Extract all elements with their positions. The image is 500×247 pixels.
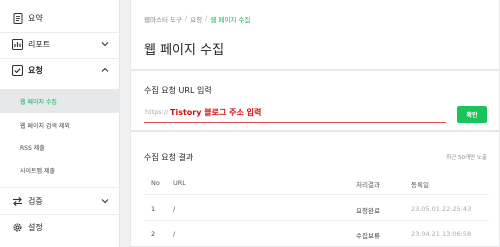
breadcrumb-current: 웹 페이지 수집 xyxy=(210,16,251,24)
breadcrumb: 웹마스터 도구 / 요청 / 웹 페이지 수집 xyxy=(144,14,250,24)
chevron-down-icon[interactable] xyxy=(101,40,109,48)
divider xyxy=(144,194,489,195)
divider xyxy=(0,58,120,59)
sidebar-item-label: 리포트 xyxy=(28,39,51,49)
sidebar-item-summary[interactable]: 요약 xyxy=(0,8,120,28)
breadcrumb-separator: / xyxy=(184,14,188,22)
cell-status: 요청완료 xyxy=(356,207,380,215)
sidebar-item-label: 요청 xyxy=(28,65,43,75)
column-header-status: 처리결과 xyxy=(356,181,380,189)
url-request-form: 수집 요청 URL 입력 https:// 확인 xyxy=(130,70,500,131)
confirm-button[interactable]: 확인 xyxy=(457,106,487,123)
chevron-down-icon[interactable] xyxy=(101,197,109,205)
sidebar-subitem-page-collect[interactable]: 웹 페이지 수집 xyxy=(0,89,120,113)
document-icon xyxy=(12,12,23,24)
sidebar-item-label: 설정 xyxy=(28,222,43,232)
sidebar-item-report[interactable]: 리포트 xyxy=(0,34,120,54)
sidebar-item-settings[interactable]: 설정 xyxy=(0,217,120,237)
main-content: 웹마스터 도구 / 요청 / 웹 페이지 수집 웹 페이지 수집 수집 요청 U… xyxy=(130,0,500,247)
divider xyxy=(144,220,489,221)
column-header-date: 등록일 xyxy=(411,181,429,189)
divider xyxy=(0,214,120,215)
chart-icon xyxy=(12,38,23,50)
breadcrumb-root[interactable]: 웹마스터 도구 xyxy=(144,14,182,24)
sidebar-subitem-label: 사이트맵 제출 xyxy=(20,167,56,175)
cell-date: 23.04.21 13:06:58 xyxy=(411,230,472,238)
checkbox-icon xyxy=(12,64,23,76)
sidebar-item-label: 요약 xyxy=(28,13,43,23)
sidebar-subitem-label: 웹 페이지 검색 제외 xyxy=(20,122,70,130)
cell-date: 23.05.01 22:25:43 xyxy=(411,205,472,213)
sidebar: 요약 리포트 요청 웹 페이지 수집 웹 페이지 검색 제외 RSS 제출 사이… xyxy=(0,0,120,247)
page-title: 웹 페이지 수집 xyxy=(144,43,225,58)
results-card: 수집 요청 결과 최근 50개만 노출 No URL 처리결과 등록일 1 / … xyxy=(130,131,500,247)
cell-url[interactable]: / xyxy=(173,230,175,238)
results-title: 수집 요청 결과 xyxy=(144,153,194,162)
transfer-icon xyxy=(12,196,23,207)
breadcrumb-separator: / xyxy=(205,14,208,22)
sidebar-subitem-sitemap[interactable]: 사이트맵 제출 xyxy=(0,158,120,182)
cell-status: 수집보류 xyxy=(356,232,380,240)
form-title: 수집 요청 URL 입력 xyxy=(144,86,212,95)
sidebar-item-verify[interactable]: 검증 xyxy=(0,191,120,211)
sidebar-subitem-label: 웹 페이지 수집 xyxy=(20,98,57,106)
sidebar-item-request[interactable]: 요청 xyxy=(0,60,120,80)
cell-url[interactable]: / xyxy=(173,205,175,213)
cell-no: 1 xyxy=(151,205,156,213)
sidebar-subitem-label: RSS 제출 xyxy=(20,144,45,152)
column-header-no: No xyxy=(151,179,160,187)
url-prefix: https:// xyxy=(145,108,169,116)
chevron-up-icon[interactable] xyxy=(101,66,109,74)
results-note: 최근 50개만 노출 xyxy=(446,155,487,161)
url-input[interactable] xyxy=(170,105,440,120)
header-card: 웹마스터 도구 / 요청 / 웹 페이지 수집 웹 페이지 수집 xyxy=(130,0,500,70)
divider xyxy=(0,187,120,188)
gear-icon xyxy=(12,222,23,233)
sidebar-subitem-rss[interactable]: RSS 제출 xyxy=(0,135,120,159)
breadcrumb-section[interactable]: 요청 xyxy=(190,14,202,24)
column-header-url: URL xyxy=(173,179,186,187)
cell-no: 2 xyxy=(151,230,156,238)
sidebar-item-label: 검증 xyxy=(28,196,43,206)
sidebar-subitem-page-exclude[interactable]: 웹 페이지 검색 제외 xyxy=(0,113,120,137)
divider xyxy=(0,32,120,33)
url-input-row: https:// xyxy=(144,103,446,123)
